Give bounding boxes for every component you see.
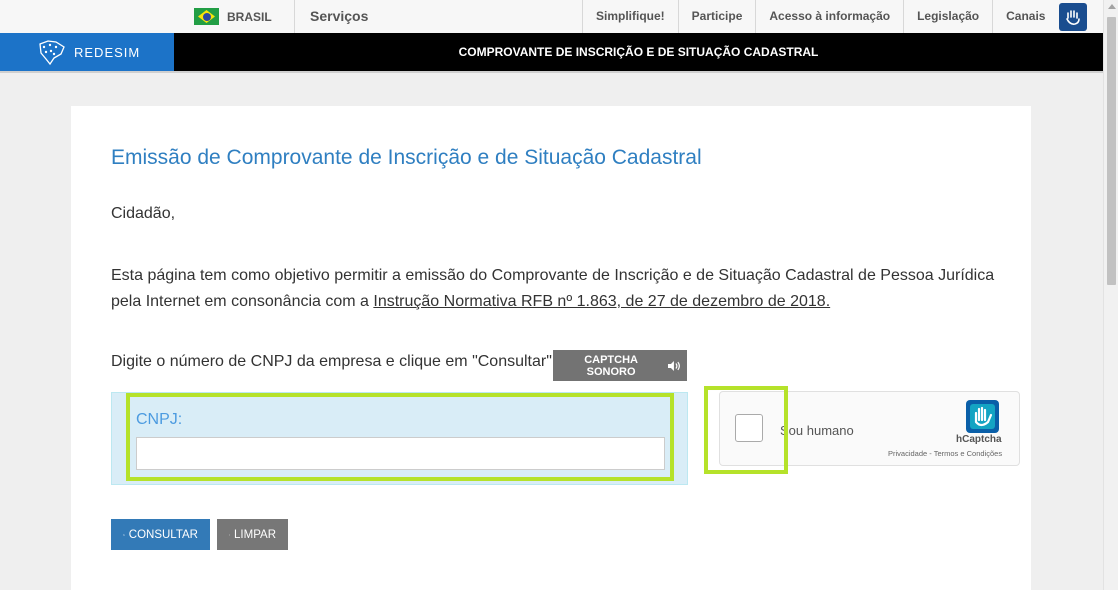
limpar-label: LIMPAR xyxy=(234,528,276,541)
hcaptcha-brand: hCaptcha xyxy=(956,434,1002,445)
instruction-text: Digite o número de CNPJ da empresa e cli… xyxy=(111,353,557,370)
volume-icon xyxy=(668,360,681,371)
scroll-thumb[interactable] xyxy=(1107,17,1116,285)
consultar-label: CONSULTAR xyxy=(128,528,198,541)
redesim-header: REDESIM COMPROVANTE DE INSCRIÇÃO E DE SI… xyxy=(0,33,1103,73)
brasil-label: BRASIL xyxy=(227,9,272,24)
servicos-link[interactable]: Serviços xyxy=(310,0,368,33)
main-card: Emissão de Comprovante de Inscrição e de… xyxy=(71,106,1031,590)
gov-top-bar: BRASIL Serviços Simplifique! Participe A… xyxy=(0,0,1103,34)
instrucao-normativa-link[interactable]: Instrução Normativa RFB nº 1.863, de 27 … xyxy=(373,293,830,310)
redesim-logo[interactable]: REDESIM xyxy=(0,33,174,71)
cnpj-label: CNPJ: xyxy=(136,411,183,428)
link-legislacao[interactable]: Legislação xyxy=(903,0,992,33)
greeting-text: Cidadão, xyxy=(111,205,176,222)
file-icon xyxy=(229,533,230,536)
consultar-button[interactable]: CONSULTAR xyxy=(111,519,210,550)
brasil-link[interactable]: BRASIL xyxy=(194,0,295,33)
limpar-button[interactable]: LIMPAR xyxy=(217,519,288,550)
audio-captcha-label: CAPTCHA SONORO xyxy=(584,353,638,378)
vertical-scrollbar[interactable] xyxy=(1103,0,1118,590)
gov-links-nav: Simplifique! Participe Acesso à informaç… xyxy=(582,0,1058,33)
link-simplifique[interactable]: Simplifique! xyxy=(582,0,678,33)
link-acesso-informacao[interactable]: Acesso à informação xyxy=(755,0,903,33)
page-title: Emissão de Comprovante de Inscrição e de… xyxy=(111,146,702,169)
sign-language-icon xyxy=(1066,10,1080,25)
cnpj-input[interactable] xyxy=(136,437,665,470)
hcaptcha-links[interactable]: Privacidade - Termos e Condições xyxy=(888,449,1002,458)
redesim-logo-text: REDESIM xyxy=(74,44,141,60)
captcha-highlight xyxy=(704,386,788,474)
scroll-up-icon[interactable] xyxy=(1108,4,1116,9)
redesim-page-heading: COMPROVANTE DE INSCRIÇÃO E DE SITUAÇÃO C… xyxy=(458,45,819,59)
accessibility-button[interactable] xyxy=(1059,3,1087,31)
cnpj-panel: CNPJ: xyxy=(111,392,688,485)
link-participe[interactable]: Participe xyxy=(677,0,756,33)
link-canais[interactable]: Canais xyxy=(992,0,1058,33)
search-icon xyxy=(123,533,125,536)
brazil-flag-icon xyxy=(194,8,219,25)
description-text: Esta página tem como objetivo permitir a… xyxy=(111,263,1001,315)
hcaptcha-logo-icon xyxy=(966,400,999,433)
audio-captcha-button[interactable]: CAPTCHA SONORO xyxy=(553,350,687,381)
brazil-map-icon xyxy=(39,40,65,66)
human-checkbox-label: Sou humano xyxy=(780,423,854,438)
